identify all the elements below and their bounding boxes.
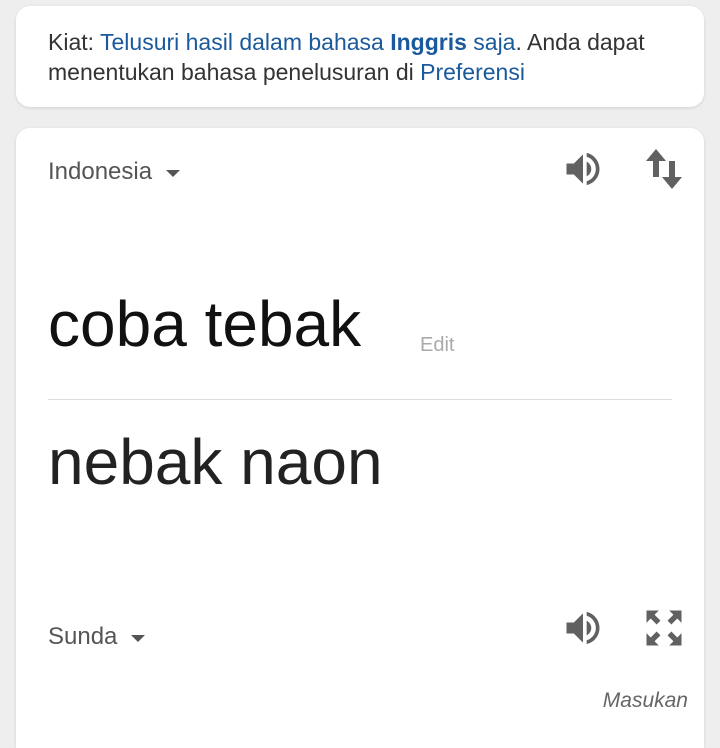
edit-button[interactable]: Edit	[420, 334, 454, 357]
target-language-dropdown[interactable]: Sunda	[48, 623, 146, 651]
source-text[interactable]: coba tebak	[48, 286, 361, 362]
swap-languages-icon[interactable]	[640, 145, 688, 193]
target-language-label: Sunda	[48, 623, 118, 650]
speaker-icon[interactable]	[559, 604, 607, 652]
translation-card: Indonesia coba tebak Edit nebak naon Sun…	[16, 128, 704, 748]
link-text-before: Telusuri hasil dalam bahasa	[100, 29, 391, 55]
link-text-bold: Inggris	[390, 29, 467, 55]
source-language-label: Indonesia	[48, 158, 153, 185]
preferences-link[interactable]: Preferensi	[420, 59, 525, 85]
search-english-only-link[interactable]: Telusuri hasil dalam bahasa Inggris saja	[100, 29, 515, 55]
link-text-after: saja	[466, 29, 516, 55]
caret-down-icon	[131, 635, 146, 642]
search-tip-card: Kiat: Telusuri hasil dalam bahasa Inggri…	[16, 6, 704, 107]
tip-prefix: Kiat:	[48, 29, 100, 55]
divider	[48, 399, 672, 400]
speaker-icon[interactable]	[559, 145, 607, 193]
feedback-link[interactable]: Masukan	[603, 689, 688, 713]
translated-text: nebak naon	[48, 426, 383, 498]
caret-down-icon	[166, 170, 181, 177]
fullscreen-expand-icon[interactable]	[640, 604, 688, 652]
source-language-dropdown[interactable]: Indonesia	[48, 158, 181, 186]
